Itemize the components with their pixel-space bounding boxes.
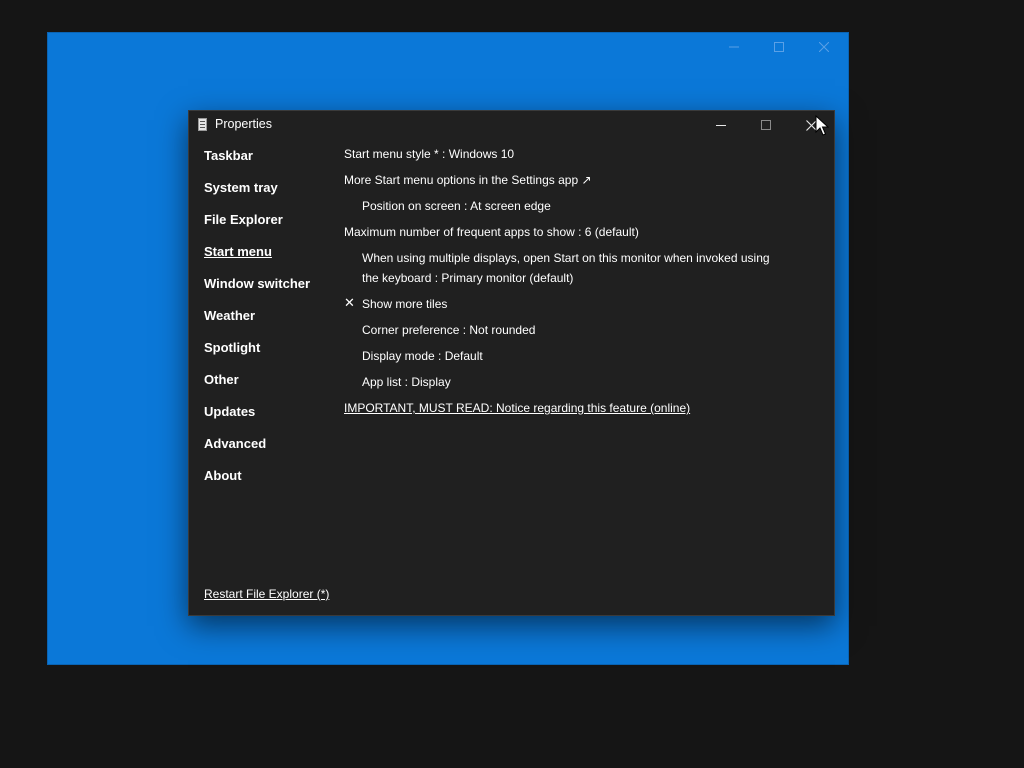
background-maximize-icon[interactable] [767,38,791,58]
sidebar-nav: Taskbar System tray File Explorer Start … [204,147,334,499]
app-list-setting[interactable]: App list : Display [362,375,451,389]
nav-item-updates[interactable]: Updates [204,403,334,435]
important-notice-link[interactable]: IMPORTANT, MUST READ: Notice regarding t… [344,401,690,415]
corner-preference-setting[interactable]: Corner preference : Not rounded [362,323,535,337]
nav-item-start-menu[interactable]: Start menu [204,243,334,275]
nav-item-taskbar[interactable]: Taskbar [204,147,334,179]
display-mode-setting[interactable]: Display mode : Default [362,349,483,363]
nav-item-system-tray[interactable]: System tray [204,179,334,211]
maximize-button[interactable] [744,111,788,139]
properties-dialog: Properties Taskbar System tray File Expl… [188,110,835,616]
nav-item-file-explorer[interactable]: File Explorer [204,211,334,243]
window-title: Properties [215,117,272,131]
more-options-link[interactable]: More Start menu options in the Settings … [344,173,592,187]
nav-item-window-switcher[interactable]: Window switcher [204,275,334,307]
nav-item-about[interactable]: About [204,467,334,499]
nav-item-spotlight[interactable]: Spotlight [204,339,334,371]
maximize-icon [761,120,771,130]
nav-item-other[interactable]: Other [204,371,334,403]
position-on-screen-setting[interactable]: Position on screen : At screen edge [362,199,551,213]
nav-item-advanced[interactable]: Advanced [204,435,334,467]
title-bar[interactable]: Properties [189,111,834,139]
max-frequent-apps-setting[interactable]: Maximum number of frequent apps to show … [344,225,639,239]
show-more-tiles-checkmark: ✕ [344,296,355,311]
mouse-cursor-icon [815,115,829,136]
multi-display-setting[interactable]: When using multiple displays, open Start… [362,248,782,288]
start-menu-style-setting[interactable]: Start menu style * : Windows 10 [344,147,514,161]
file-icon [198,118,207,131]
minimize-icon [716,125,726,126]
nav-item-weather[interactable]: Weather [204,307,334,339]
minimize-button[interactable] [699,111,743,139]
background-minimize-icon[interactable] [722,38,746,58]
background-close-icon[interactable] [812,38,836,58]
show-more-tiles-toggle[interactable]: Show more tiles [362,297,447,311]
restart-file-explorer-link[interactable]: Restart File Explorer (*) [204,587,329,601]
